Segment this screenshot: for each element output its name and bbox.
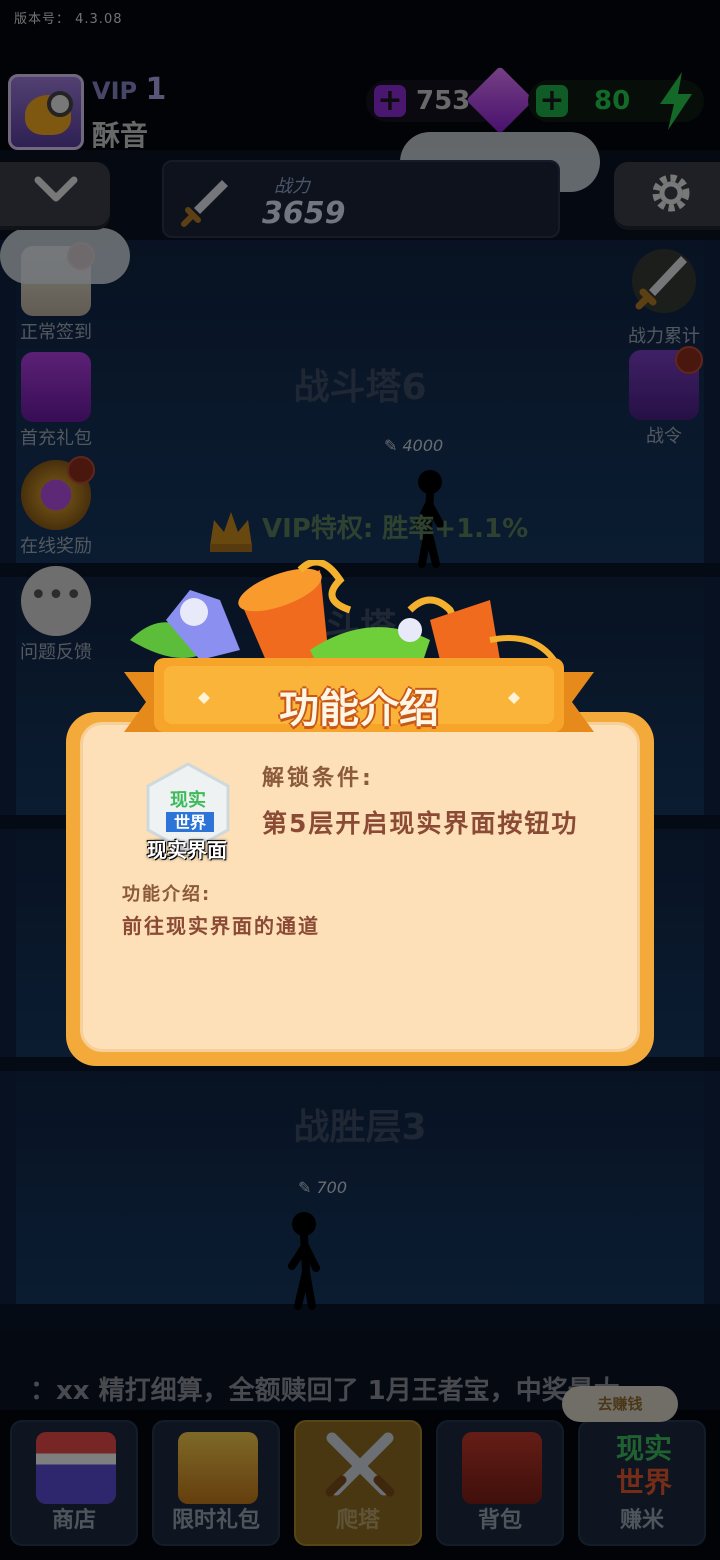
unlock-condition-label: 解锁条件: bbox=[262, 766, 374, 791]
feature-icon-text-top: 现实 bbox=[170, 789, 206, 811]
feature-intro-label: 功能介绍: bbox=[122, 884, 212, 905]
feature-icon-text-bottom: 世界 bbox=[174, 813, 206, 832]
unlock-condition-text: 第5层开启现实界面按钮功 bbox=[262, 809, 579, 838]
dialog-title: 功能介绍 bbox=[279, 686, 439, 732]
game-screen: 战斗塔6 ✎ 4000 VIP特权: 胜率+1.1% 斗塔 11 战胜层3 ✎ … bbox=[0, 0, 720, 1560]
feature-intro-text: 前往现实界面的通道 bbox=[122, 914, 320, 938]
feature-name: 现实界面 bbox=[147, 838, 227, 862]
